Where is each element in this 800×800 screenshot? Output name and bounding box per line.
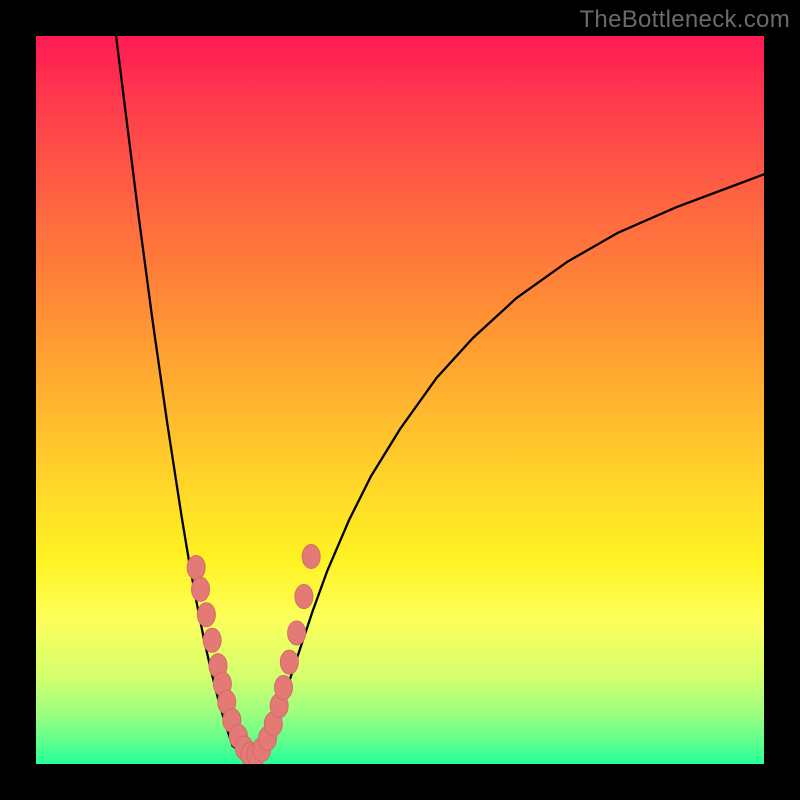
highlight-marker: [302, 545, 320, 569]
plot-area: [36, 36, 764, 764]
chart-svg: [36, 36, 764, 764]
highlight-marker: [203, 628, 221, 652]
curve-right-branch: [269, 174, 764, 745]
highlight-marker: [192, 577, 210, 601]
highlight-marker: [295, 585, 313, 609]
watermark-text: TheBottleneck.com: [579, 6, 790, 34]
highlight-marker: [187, 555, 205, 579]
chart-frame: TheBottleneck.com: [0, 0, 800, 800]
highlight-marker: [275, 676, 293, 700]
highlight-marker: [197, 603, 215, 627]
highlight-marker: [280, 650, 298, 674]
highlight-marker: [288, 621, 306, 645]
